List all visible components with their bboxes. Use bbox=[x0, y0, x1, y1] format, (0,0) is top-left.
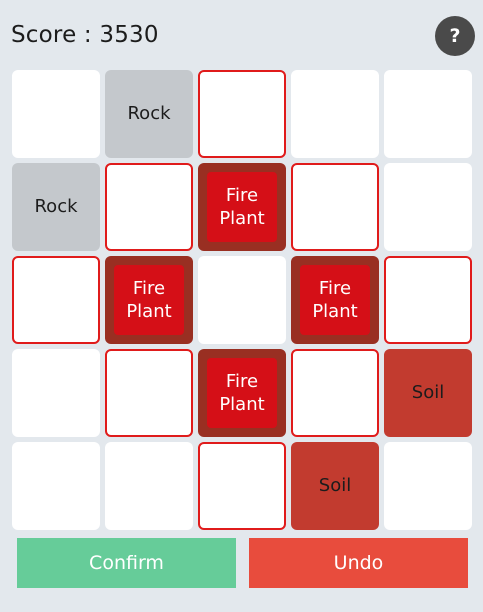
board-cell-empty-r3c3[interactable] bbox=[198, 256, 286, 344]
board-cell-empty-r1c4[interactable] bbox=[291, 70, 379, 158]
board-cell-soil-r4c5[interactable]: Soil bbox=[384, 349, 472, 437]
cell-label: Soil bbox=[318, 475, 352, 497]
game-board: Rock Rock Fire Plant Fire Plant Fire Plant Fire P… bbox=[0, 0, 483, 530]
board-cell-fireplant-r3c4[interactable]: Fire Plant bbox=[291, 256, 379, 344]
board-cell-empty-r3c1[interactable] bbox=[12, 256, 100, 344]
board-cell-empty-r3c5[interactable] bbox=[384, 256, 472, 344]
board-cell-empty-r2c5[interactable] bbox=[384, 163, 472, 251]
board-cell-empty-r5c2[interactable] bbox=[105, 442, 193, 530]
board-cell-fireplant-r3c2[interactable]: Fire Plant bbox=[105, 256, 193, 344]
fire-plant-tile: Fire Plant bbox=[207, 358, 277, 428]
board-cell-empty-r2c4[interactable] bbox=[291, 163, 379, 251]
board-cell-rock-r2c1[interactable]: Rock bbox=[12, 163, 100, 251]
board-cell-empty-r5c5[interactable] bbox=[384, 442, 472, 530]
board-cell-empty-r1c1[interactable] bbox=[12, 70, 100, 158]
cell-label: Fire Plant bbox=[219, 370, 265, 415]
board-cell-empty-r4c2[interactable] bbox=[105, 349, 193, 437]
cell-label: Fire Plant bbox=[312, 277, 358, 322]
board-cell-empty-r2c2[interactable] bbox=[105, 163, 193, 251]
board-cell-fireplant-r2c3[interactable]: Fire Plant bbox=[198, 163, 286, 251]
board-cell-soil-r5c4[interactable]: Soil bbox=[291, 442, 379, 530]
cell-label: Rock bbox=[34, 196, 78, 218]
board-cell-empty-r1c5[interactable] bbox=[384, 70, 472, 158]
cell-label: Fire Plant bbox=[126, 277, 172, 322]
board-cell-rock-r1c2[interactable]: Rock bbox=[105, 70, 193, 158]
board-cell-fireplant-r4c3[interactable]: Fire Plant bbox=[198, 349, 286, 437]
cell-label: Rock bbox=[127, 103, 171, 125]
board-cell-empty-r4c1[interactable] bbox=[12, 349, 100, 437]
fire-plant-tile: Fire Plant bbox=[114, 265, 184, 335]
board-cell-empty-r5c1[interactable] bbox=[12, 442, 100, 530]
board-cell-empty-r4c4[interactable] bbox=[291, 349, 379, 437]
fire-plant-tile: Fire Plant bbox=[207, 172, 277, 242]
game-screen: Score : 3530 ? Rock Rock Fire Plant Fire Plan… bbox=[0, 0, 483, 612]
cell-label: Fire Plant bbox=[219, 184, 265, 229]
undo-button[interactable]: Undo bbox=[249, 538, 468, 588]
board-cell-empty-r1c3[interactable] bbox=[198, 70, 286, 158]
confirm-button[interactable]: Confirm bbox=[17, 538, 236, 588]
fire-plant-tile: Fire Plant bbox=[300, 265, 370, 335]
board-cell-empty-r5c3[interactable] bbox=[198, 442, 286, 530]
cell-label: Soil bbox=[411, 382, 445, 404]
